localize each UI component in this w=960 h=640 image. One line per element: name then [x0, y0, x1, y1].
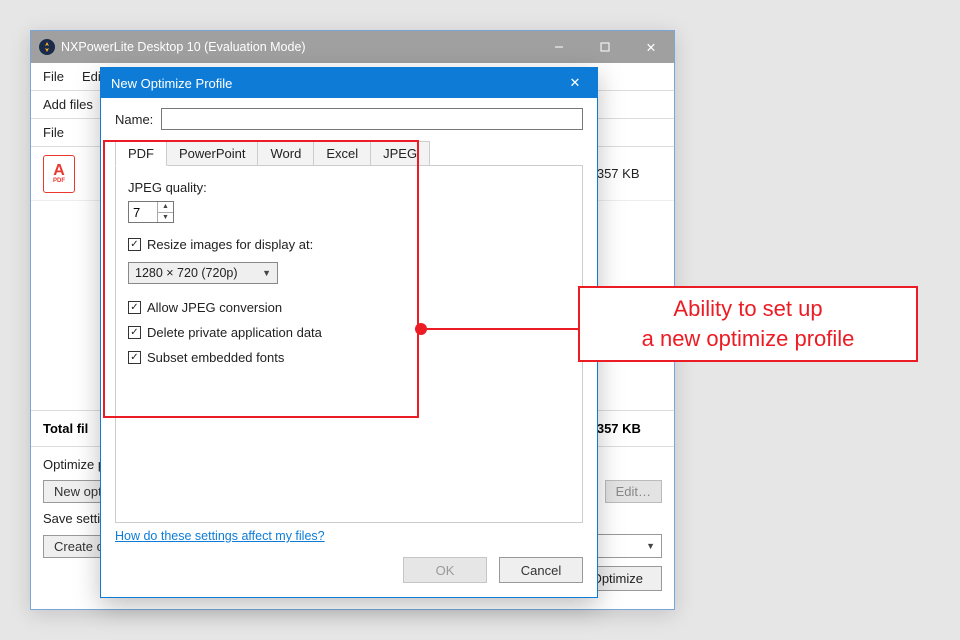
spinner-down-button[interactable]: ▼: [158, 213, 173, 223]
tab-jpeg[interactable]: JPEG: [371, 141, 430, 166]
tab-excel[interactable]: Excel: [314, 141, 371, 166]
tab-pdf[interactable]: PDF: [115, 141, 167, 166]
resolution-select[interactable]: 1280 × 720 (720p) ▼: [128, 262, 278, 284]
jpeg-quality-label: JPEG quality:: [128, 180, 570, 195]
dialog-close-button[interactable]: ✕: [553, 68, 597, 98]
pdf-file-icon: A PDF: [43, 155, 75, 193]
close-icon: ✕: [570, 75, 581, 91]
tabs: PDF PowerPoint Word Excel JPEG: [115, 140, 583, 165]
app-title: NXPowerLite Desktop 10 (Evaluation Mode): [61, 40, 306, 54]
edit-profile-button[interactable]: Edit…: [605, 480, 662, 503]
chevron-up-icon: ▲: [162, 203, 169, 210]
check-icon: ✓: [130, 352, 138, 363]
new-optimize-profile-dialog: New Optimize Profile ✕ Name: PDF PowerPo…: [100, 67, 598, 598]
tab-powerpoint[interactable]: PowerPoint: [167, 141, 258, 166]
optimize-profile-label: Optimize p: [43, 457, 105, 472]
resize-images-label: Resize images for display at:: [147, 237, 313, 252]
allow-jpeg-label: Allow JPEG conversion: [147, 300, 282, 315]
close-icon: ✕: [646, 40, 656, 55]
chevron-down-icon: ▼: [162, 214, 169, 221]
resize-images-checkbox[interactable]: ✓: [128, 238, 141, 251]
total-label: Total fil: [43, 421, 88, 436]
profile-name-input[interactable]: [161, 108, 583, 130]
tab-panel-pdf: JPEG quality: ▲ ▼ ✓ Resize images for di…: [115, 165, 583, 523]
subset-fonts-checkbox[interactable]: ✓: [128, 351, 141, 364]
dialog-title: New Optimize Profile: [111, 76, 232, 91]
delete-private-checkbox[interactable]: ✓: [128, 326, 141, 339]
dialog-titlebar: New Optimize Profile ✕: [101, 68, 597, 98]
dialog-footer: OK Cancel: [101, 543, 597, 597]
menu-file[interactable]: File: [43, 69, 64, 84]
minimize-button[interactable]: [536, 31, 582, 63]
resolution-value: 1280 × 720 (720p): [135, 266, 238, 280]
menu-edit[interactable]: Edi: [82, 69, 101, 84]
annotation-callout: Ability to set up a new optimize profile: [578, 286, 918, 362]
jpeg-quality-spinner[interactable]: ▲ ▼: [128, 201, 174, 223]
delete-private-label: Delete private application data: [147, 325, 322, 340]
chevron-down-icon: ▼: [262, 268, 271, 278]
help-link[interactable]: How do these settings affect my files?: [101, 523, 597, 543]
ok-button[interactable]: OK: [403, 557, 487, 583]
check-icon: ✓: [130, 239, 138, 250]
save-settings-label: Save settin: [43, 511, 107, 526]
cancel-button[interactable]: Cancel: [499, 557, 583, 583]
tab-word[interactable]: Word: [258, 141, 314, 166]
jpeg-quality-input[interactable]: [129, 202, 157, 222]
app-icon: [39, 39, 55, 55]
check-icon: ✓: [130, 327, 138, 338]
annotation-text: Ability to set up a new optimize profile: [642, 294, 855, 353]
chevron-down-icon: ▼: [646, 541, 655, 551]
name-label: Name:: [115, 112, 153, 127]
check-icon: ✓: [130, 302, 138, 313]
allow-jpeg-checkbox[interactable]: ✓: [128, 301, 141, 314]
subset-fonts-label: Subset embedded fonts: [147, 350, 284, 365]
maximize-button[interactable]: [582, 31, 628, 63]
annotation-line: [426, 328, 578, 330]
window-controls: ✕: [536, 31, 674, 63]
spinner-up-button[interactable]: ▲: [158, 202, 173, 213]
dialog-body: Name: PDF PowerPoint Word Excel JPEG JPE…: [101, 98, 597, 523]
add-files-button[interactable]: Add files: [43, 97, 93, 112]
main-titlebar: NXPowerLite Desktop 10 (Evaluation Mode)…: [31, 31, 674, 63]
close-button[interactable]: ✕: [628, 31, 674, 63]
